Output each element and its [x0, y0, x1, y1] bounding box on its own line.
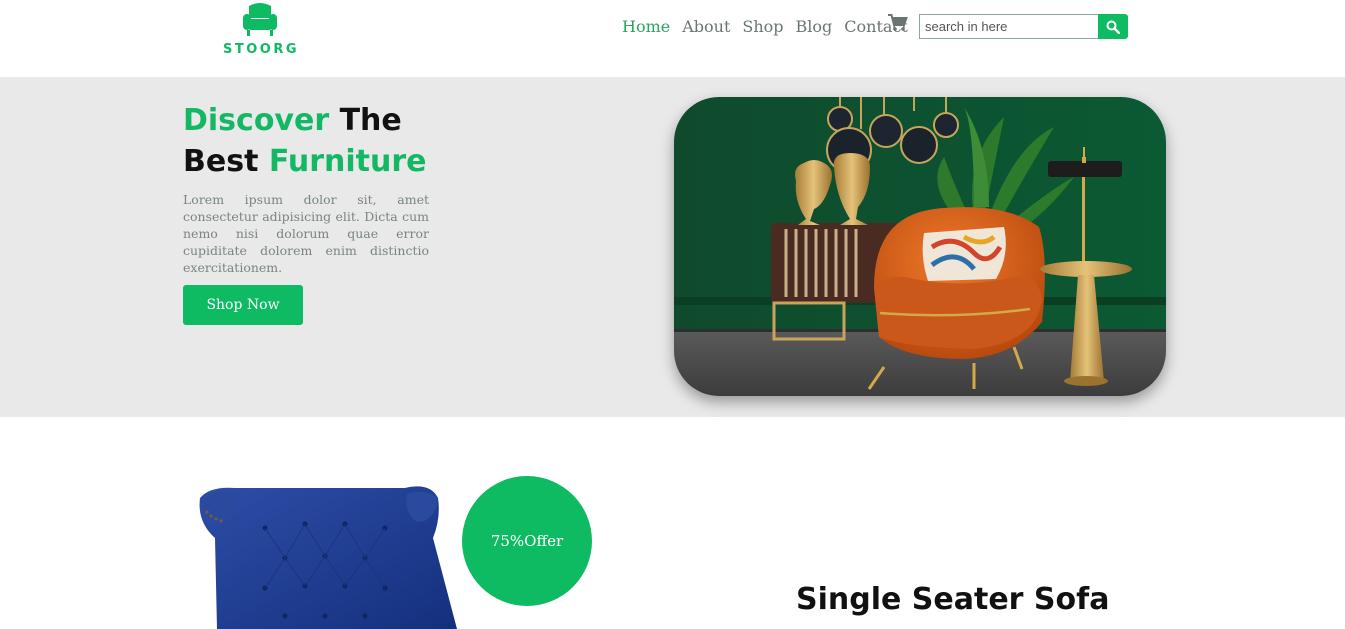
hero-description: Lorem ipsum dolor sit, amet consectetur … — [183, 192, 429, 275]
product-title: Single Seater Sofa — [796, 582, 1110, 617]
brand-name: STOORG — [222, 42, 299, 57]
brand-logo[interactable]: STOORG — [221, 2, 301, 62]
offer-badge: 75%Offer — [462, 476, 592, 606]
search-button[interactable] — [1098, 14, 1128, 39]
blue-armchair-illustration — [199, 486, 458, 629]
armchair-room-illustration — [674, 97, 1166, 396]
hero-title-word: Best — [183, 144, 259, 179]
cart-icon[interactable] — [888, 14, 908, 32]
search-icon — [1106, 20, 1120, 34]
nav-home[interactable]: Home — [622, 17, 670, 36]
shop-now-button[interactable]: Shop Now — [183, 285, 303, 325]
hero-title: Discover The Best Furniture — [183, 100, 483, 182]
site-header: STOORG Home About Shop Blog Contact — [0, 0, 1345, 77]
hero-title-word: Discover — [183, 103, 330, 138]
armchair-icon — [243, 3, 277, 36]
nav-about[interactable]: About — [682, 17, 730, 36]
search-bar — [919, 14, 1128, 39]
hero-title-word: Furniture — [268, 144, 427, 179]
search-input[interactable] — [919, 14, 1098, 39]
nav-blog[interactable]: Blog — [796, 17, 833, 36]
hero-title-word: The — [339, 103, 402, 138]
main-nav: Home About Shop Blog Contact — [622, 14, 920, 38]
hero-image — [674, 97, 1166, 396]
product-image — [195, 478, 465, 629]
nav-shop[interactable]: Shop — [742, 17, 783, 36]
hero-section: Discover The Best Furniture Lorem ipsum … — [0, 77, 1345, 417]
